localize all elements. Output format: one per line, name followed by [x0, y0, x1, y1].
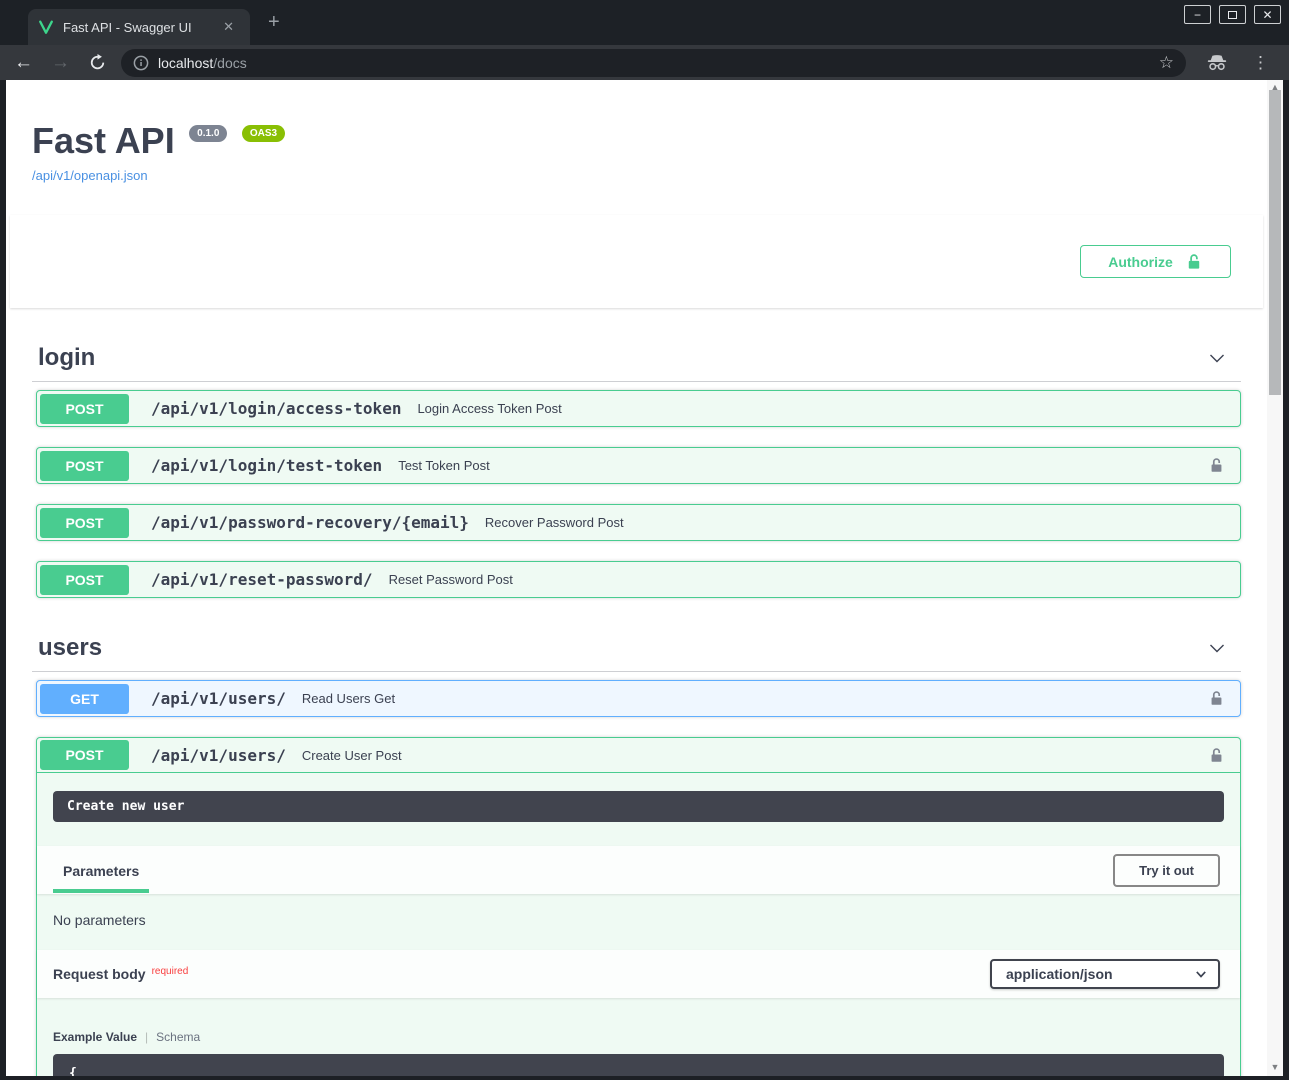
openapi-spec-link[interactable]: /api/v1/openapi.json: [32, 168, 148, 183]
browser-titlebar: Fast API - Swagger UI ✕ + − ✕: [0, 0, 1289, 45]
endpoint-path: /api/v1/users/: [151, 746, 286, 765]
method-badge: POST: [40, 740, 129, 770]
endpoint-create-user: POST /api/v1/users/ Create User Post Cre…: [36, 737, 1241, 1076]
auth-lock-icon[interactable]: [1208, 457, 1225, 474]
endpoint-summary[interactable]: POST /api/v1/login/test-token Test Token…: [37, 448, 1240, 483]
endpoint-login-test-token: POST /api/v1/login/test-token Test Token…: [36, 447, 1241, 484]
endpoint-path: /api/v1/users/: [151, 689, 286, 708]
model-example-tabs: Example Value | Schema: [37, 998, 1240, 1044]
authorize-label: Authorize: [1108, 254, 1173, 270]
chevron-down-icon[interactable]: [1207, 638, 1227, 658]
window-controls: − ✕: [1184, 5, 1281, 24]
reload-icon[interactable]: [88, 53, 107, 72]
endpoint-summary[interactable]: POST /api/v1/reset-password/ Reset Passw…: [37, 562, 1240, 597]
endpoint-description: Read Users Get: [302, 691, 395, 706]
site-info-icon[interactable]: [133, 55, 149, 71]
endpoint-path: /api/v1/login/access-token: [151, 399, 401, 418]
parameters-body: No parameters: [37, 894, 1240, 950]
minimize-button[interactable]: −: [1184, 5, 1211, 24]
scheme-container: Authorize: [10, 215, 1263, 308]
media-type-value: application/json: [1006, 966, 1113, 982]
media-type-select[interactable]: application/json: [990, 959, 1220, 989]
operation-body: Create new user Parameters Try it out No…: [37, 791, 1240, 1076]
method-badge: GET: [40, 684, 129, 714]
section-login: login POST /api/v1/login/access-token Lo…: [32, 334, 1241, 598]
section-login-rows: POST /api/v1/login/access-token Login Ac…: [32, 382, 1241, 598]
favicon-v-icon: [38, 19, 54, 35]
operation-description: Create new user: [53, 791, 1224, 822]
page-title: Fast API: [32, 120, 175, 162]
incognito-icon: [1206, 54, 1228, 71]
endpoint-summary[interactable]: POST /api/v1/password-recovery/{email} R…: [37, 505, 1240, 540]
endpoint-path: /api/v1/password-recovery/{email}: [151, 513, 469, 532]
endpoint-description: Recover Password Post: [485, 515, 624, 530]
section-users: users GET /api/v1/users/ Read Users Get: [32, 624, 1241, 1076]
authorize-button[interactable]: Authorize: [1080, 245, 1231, 278]
section-users-rows: GET /api/v1/users/ Read Users Get: [32, 672, 1241, 1076]
method-badge: POST: [40, 565, 129, 595]
endpoint-description: Reset Password Post: [389, 572, 513, 587]
endpoint-description: Create User Post: [302, 748, 402, 763]
try-it-out-button[interactable]: Try it out: [1113, 854, 1220, 887]
endpoint-login-access-token: POST /api/v1/login/access-token Login Ac…: [36, 390, 1241, 427]
address-bar[interactable]: localhost/docs ☆: [121, 49, 1186, 77]
method-badge: POST: [40, 451, 129, 481]
required-marker: required: [152, 966, 189, 977]
endpoint-path: /api/v1/reset-password/: [151, 570, 373, 589]
chevron-down-icon[interactable]: [1207, 348, 1227, 368]
parameters-header: Parameters Try it out: [37, 846, 1240, 894]
section-login-title: login: [38, 344, 95, 372]
request-body-title: Request body: [53, 966, 146, 982]
example-code-block: {: [53, 1054, 1224, 1076]
back-icon[interactable]: ←: [14, 53, 33, 72]
request-body-label: Request body required: [53, 966, 188, 982]
method-badge: POST: [40, 394, 129, 424]
endpoint-summary[interactable]: POST /api/v1/login/access-token Login Ac…: [37, 391, 1240, 426]
scrollbar-thumb[interactable]: [1269, 90, 1281, 395]
browser-menu-icon[interactable]: ⋮: [1246, 53, 1275, 73]
oas-badge: OAS3: [242, 125, 285, 142]
code-text: {: [69, 1066, 77, 1076]
no-parameters-text: No parameters: [53, 912, 146, 928]
browser-tab[interactable]: Fast API - Swagger UI ✕: [28, 9, 250, 45]
request-body-header: Request body required application/json: [37, 950, 1240, 998]
endpoint-reset-password: POST /api/v1/reset-password/ Reset Passw…: [36, 561, 1241, 598]
maximize-icon: [1228, 11, 1237, 19]
tab-schema[interactable]: Schema: [156, 1030, 200, 1044]
close-button[interactable]: ✕: [1254, 5, 1281, 24]
tab-example-value[interactable]: Example Value: [53, 1030, 137, 1044]
scroll-down-icon[interactable]: ▼: [1267, 1060, 1283, 1074]
tab-separator: |: [145, 1030, 148, 1044]
bookmark-star-icon[interactable]: ☆: [1159, 53, 1174, 73]
url-path: /docs: [213, 55, 246, 71]
select-chevron-icon: [1194, 967, 1208, 981]
swagger-ui: Fast API 0.1.0 OAS3 /api/v1/openapi.json…: [6, 80, 1267, 1076]
section-users-title: users: [38, 634, 102, 662]
endpoint-description: Login Access Token Post: [417, 401, 561, 416]
section-login-header[interactable]: login: [32, 334, 1241, 382]
auth-lock-icon[interactable]: [1208, 747, 1225, 764]
page-scrollbar: ▲ ▼: [1267, 80, 1283, 1076]
page-viewport: Fast API 0.1.0 OAS3 /api/v1/openapi.json…: [6, 80, 1267, 1076]
url-host: localhost: [158, 55, 213, 71]
endpoint-summary[interactable]: POST /api/v1/users/ Create User Post: [37, 738, 1240, 773]
api-info: Fast API 0.1.0 OAS3 /api/v1/openapi.json: [32, 80, 1241, 185]
auth-lock-icon[interactable]: [1208, 690, 1225, 707]
endpoint-description: Test Token Post: [398, 458, 490, 473]
endpoint-summary[interactable]: GET /api/v1/users/ Read Users Get: [37, 681, 1240, 716]
endpoint-read-users: GET /api/v1/users/ Read Users Get: [36, 680, 1241, 717]
browser-toolbar: ← → localhost/docs ☆ ⋮: [0, 45, 1289, 80]
unlock-icon: [1185, 253, 1203, 271]
method-badge: POST: [40, 508, 129, 538]
forward-icon[interactable]: →: [51, 53, 70, 72]
endpoint-path: /api/v1/login/test-token: [151, 456, 382, 475]
tab-title: Fast API - Swagger UI: [63, 20, 217, 35]
endpoint-password-recovery: POST /api/v1/password-recovery/{email} R…: [36, 504, 1241, 541]
maximize-button[interactable]: [1219, 5, 1246, 24]
tab-close-icon[interactable]: ✕: [217, 17, 240, 37]
version-badge: 0.1.0: [189, 125, 227, 142]
new-tab-icon[interactable]: +: [262, 11, 286, 34]
section-users-header[interactable]: users: [32, 624, 1241, 672]
tab-parameters[interactable]: Parameters: [53, 848, 149, 893]
